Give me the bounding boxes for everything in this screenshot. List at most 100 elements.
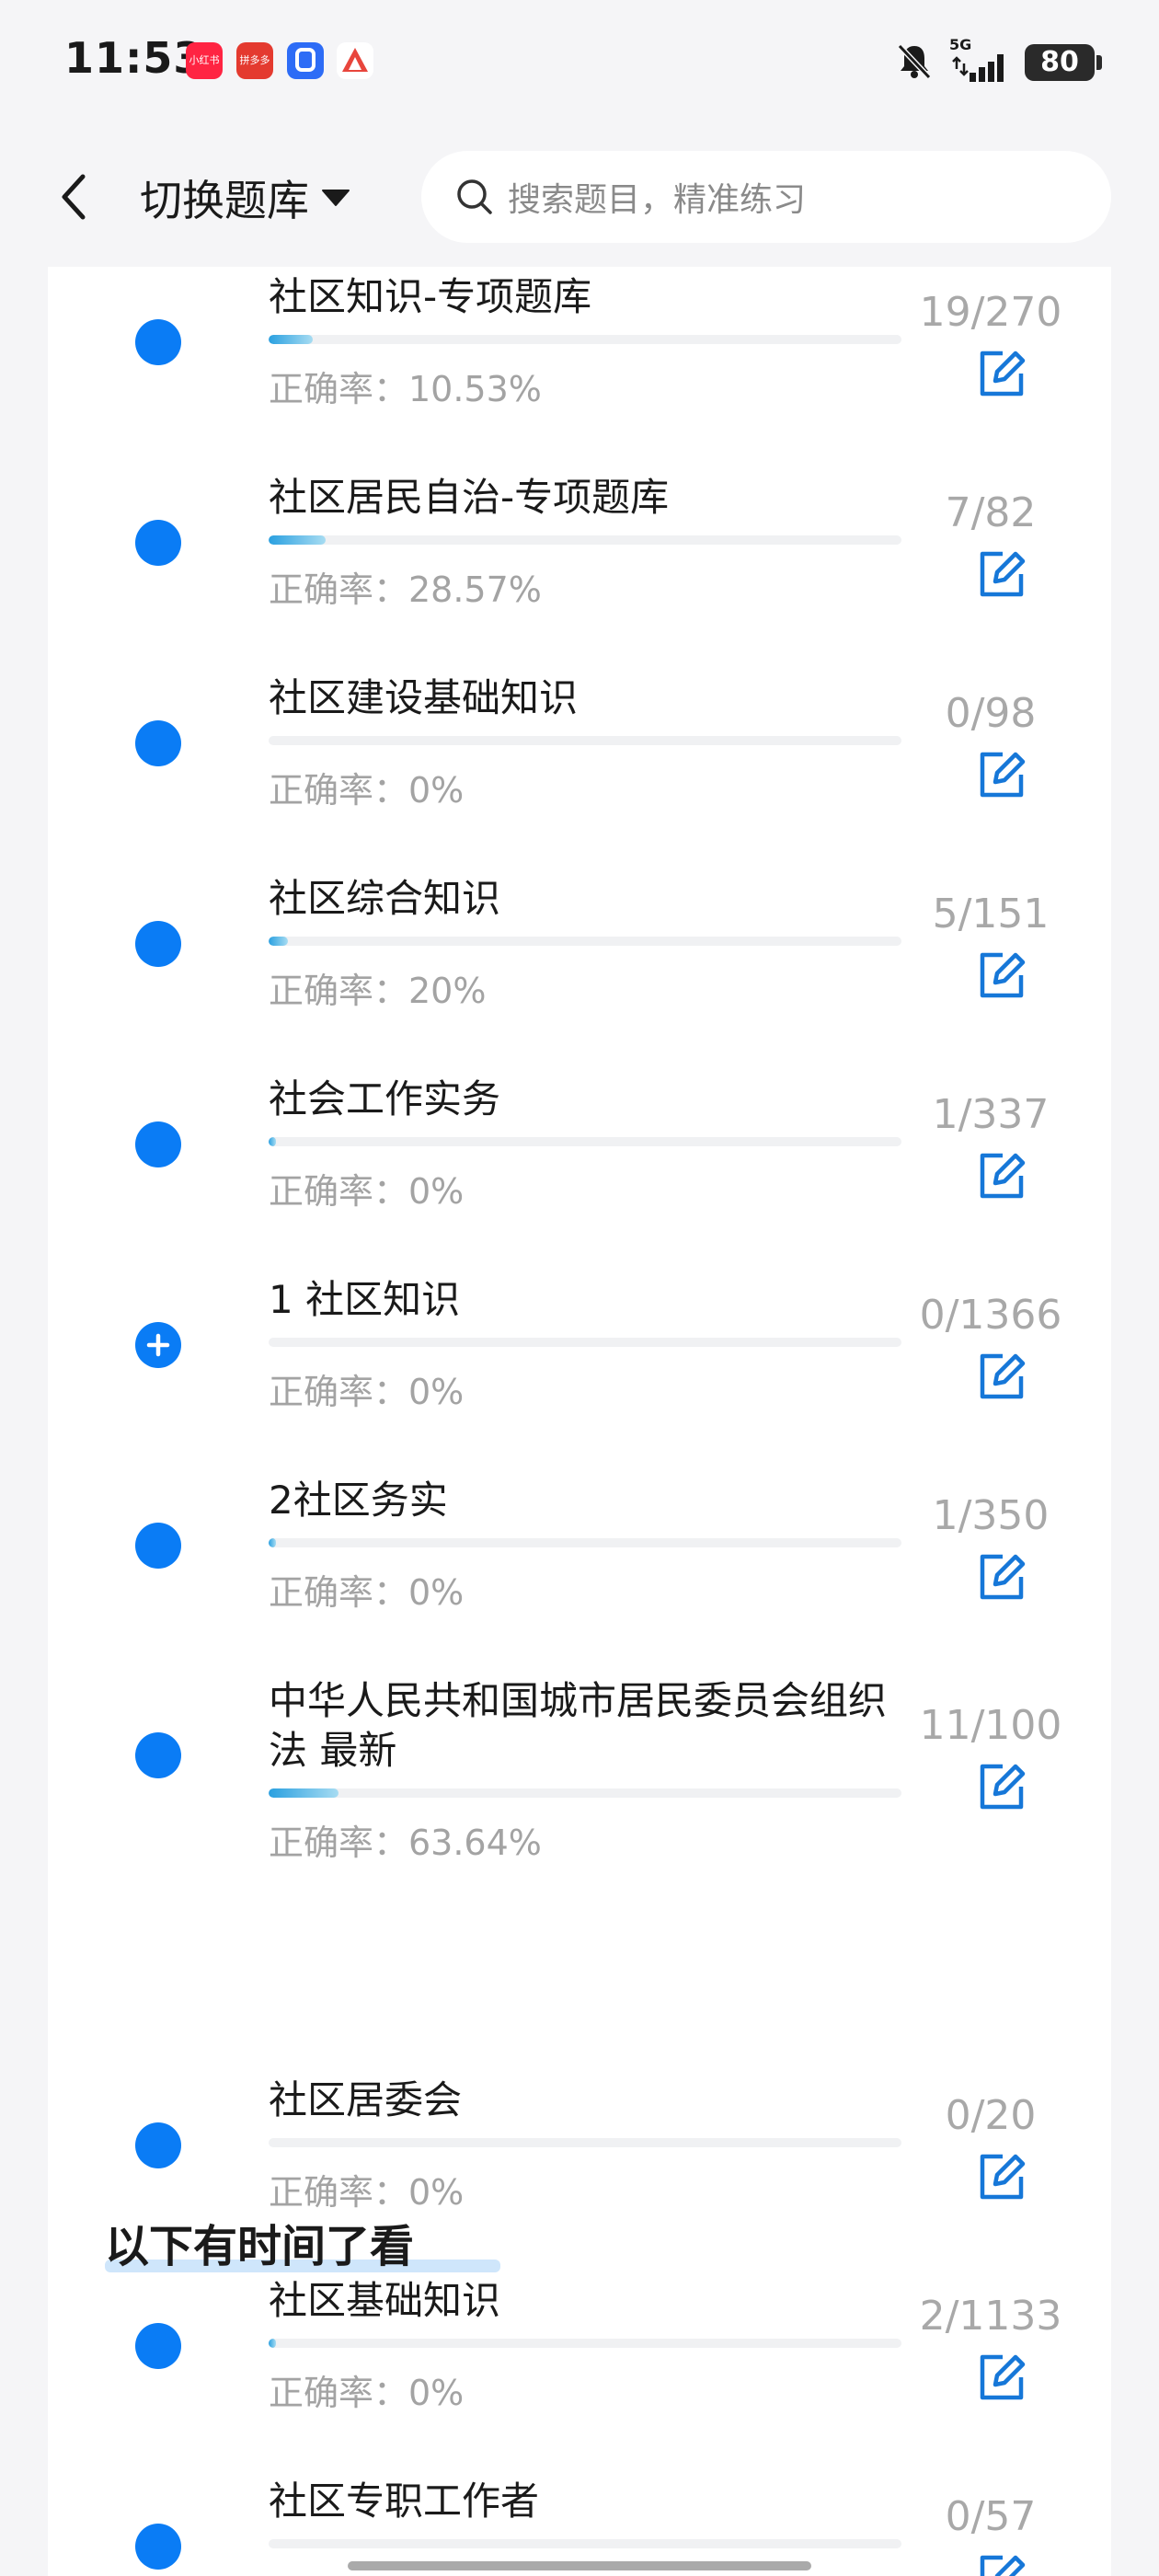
question-bank-item[interactable]: 社区综合知识正确率：20% 5/151	[48, 841, 1111, 1041]
expand-plus-icon[interactable]	[135, 1322, 181, 1368]
edit-icon	[975, 1150, 1027, 1202]
item-title: 中华人民共和国城市居民委员会组织法 最新	[269, 1678, 888, 1773]
progress-count: 11/100	[919, 1702, 1062, 1749]
question-bank-item[interactable]: 社区建设基础知识 正确率：0% 0/98	[48, 640, 1111, 841]
question-bank-item[interactable]: 社会工作实务正确率：0% 1/337	[48, 1041, 1111, 1242]
home-indicator[interactable]	[348, 2561, 811, 2570]
edit-icon	[975, 2352, 1027, 2403]
search-placeholder: 搜索题目，精准练习	[508, 181, 807, 219]
bullet-dot-icon	[135, 2323, 181, 2369]
back-button[interactable]	[46, 160, 101, 234]
bullet-dot-icon	[135, 319, 181, 365]
progress-bar	[269, 535, 901, 545]
progress-bar	[269, 937, 901, 946]
progress-fill	[269, 335, 314, 344]
accuracy-text: 正确率：0%	[269, 2172, 465, 2213]
progress-bar	[269, 1788, 901, 1798]
status-time: 11:53	[64, 33, 204, 83]
practice-button[interactable]	[971, 2548, 1030, 2576]
edit-icon	[975, 348, 1027, 399]
edit-icon	[975, 548, 1027, 600]
progress-count: 0/1366	[919, 1292, 1062, 1339]
edit-icon	[975, 1351, 1027, 1402]
progress-count: 0/20	[945, 2092, 1037, 2139]
progress-fill	[269, 1538, 277, 1547]
question-bank-item[interactable]: 社区居民自治-专项题库 正确率：28.57% 7/82	[48, 440, 1111, 640]
item-title: 社区综合知识	[269, 876, 501, 921]
bullet-dot-icon	[135, 720, 181, 766]
question-bank-item[interactable]: 社区知识-专项题库正确率：10.53% 19/270	[48, 239, 1111, 440]
practice-button[interactable]	[971, 1146, 1030, 1205]
progress-count: 1/350	[932, 1492, 1050, 1539]
progress-fill	[269, 535, 326, 545]
edit-icon	[975, 949, 1027, 1001]
shield-app-icon	[287, 42, 324, 79]
accuracy-text: 正确率：0%	[269, 770, 465, 811]
exam-app-icon	[337, 42, 373, 79]
progress-count: 0/98	[945, 690, 1037, 737]
progress-bar	[269, 1137, 901, 1146]
item-title: 1 社区知识	[269, 1277, 461, 1322]
item-title: 社区专职工作者	[269, 2478, 540, 2524]
progress-bar	[269, 736, 901, 745]
practice-button[interactable]	[971, 1757, 1030, 1816]
question-bank-item[interactable]: 2社区务实 正确率：0% 1/350	[48, 1443, 1111, 1643]
progress-fill	[269, 937, 288, 946]
bullet-dot-icon	[135, 921, 181, 967]
progress-bar	[269, 2539, 901, 2548]
section-heading: 以下有时间了看	[105, 2221, 415, 2272]
progress-fill	[269, 2339, 277, 2348]
practice-button[interactable]	[971, 1547, 1030, 1606]
edit-icon	[975, 2151, 1027, 2202]
progress-fill	[269, 1137, 277, 1146]
accuracy-text: 正确率：20%	[269, 971, 487, 1011]
page: 11:53 小红书 拼多多 5G 80 切换题库 搜索题目，精准练习 以下有时间…	[0, 0, 1159, 2576]
accuracy-text: 正确率：0%	[269, 1171, 465, 1212]
item-title: 2社区务实	[269, 1478, 448, 1523]
question-bank-list: 以下有时间了看 社区知识-专项题库正确率：10.53% 19/270 社区居民自治-…	[48, 267, 1111, 2576]
item-title: 社区知识-专项题库	[269, 274, 592, 319]
accuracy-text: 正确率：0%	[269, 2373, 465, 2413]
practice-button[interactable]	[971, 344, 1030, 403]
practice-button[interactable]	[971, 745, 1030, 804]
bullet-dot-icon	[135, 1732, 181, 1778]
switch-bank-dropdown[interactable]: 切换题库	[140, 166, 351, 230]
progress-count: 0/57	[945, 2493, 1037, 2540]
progress-count: 5/151	[932, 891, 1050, 937]
progress-count: 2/1133	[919, 2293, 1062, 2340]
progress-count: 7/82	[945, 489, 1037, 536]
bullet-dot-icon	[135, 1121, 181, 1167]
practice-button[interactable]	[971, 2348, 1030, 2407]
caret-down-icon	[322, 190, 350, 206]
bullet-dot-icon	[135, 2524, 181, 2570]
progress-count: 1/337	[932, 1091, 1050, 1138]
accuracy-text: 正确率：0%	[269, 1372, 465, 1412]
practice-button[interactable]	[971, 545, 1030, 604]
battery-indicator: 80	[1025, 44, 1102, 81]
item-title: 社区居委会	[269, 2077, 463, 2122]
accuracy-text: 正确率：10.53%	[269, 369, 542, 409]
item-title: 社区基础知识	[269, 2278, 501, 2323]
pinduoduo-app-icon: 拼多多	[236, 42, 273, 79]
question-bank-item[interactable]: 中华人民共和国城市居民委员会组织法 最新 正确率：63.64% 11/100	[48, 1643, 1111, 1863]
practice-button[interactable]	[971, 1347, 1030, 1406]
progress-bar	[269, 1338, 901, 1347]
edit-icon	[975, 1551, 1027, 1603]
item-title: 社会工作实务	[269, 1076, 501, 1121]
bullet-dot-icon	[135, 1523, 181, 1569]
edit-icon	[975, 1761, 1027, 1812]
xiaohongshu-app-icon: 小红书	[186, 42, 223, 79]
question-bank-item[interactable]: 1 社区知识正确率：0% 0/1366	[48, 1242, 1111, 1443]
progress-fill	[269, 1788, 339, 1798]
progress-bar	[269, 1538, 901, 1547]
edit-icon	[975, 749, 1027, 800]
practice-button[interactable]	[971, 946, 1030, 1005]
search-input[interactable]: 搜索题目，精准练习	[421, 151, 1111, 243]
progress-count: 19/270	[919, 289, 1062, 336]
practice-button[interactable]	[971, 2147, 1030, 2206]
edit-icon	[975, 2552, 1027, 2576]
question-bank-item[interactable]: 社区专职工作者 0/57	[48, 2444, 1111, 2576]
status-right: 5G 80	[894, 36, 1102, 88]
signal-icon: 5G	[947, 36, 1012, 86]
bullet-dot-icon	[135, 2122, 181, 2168]
